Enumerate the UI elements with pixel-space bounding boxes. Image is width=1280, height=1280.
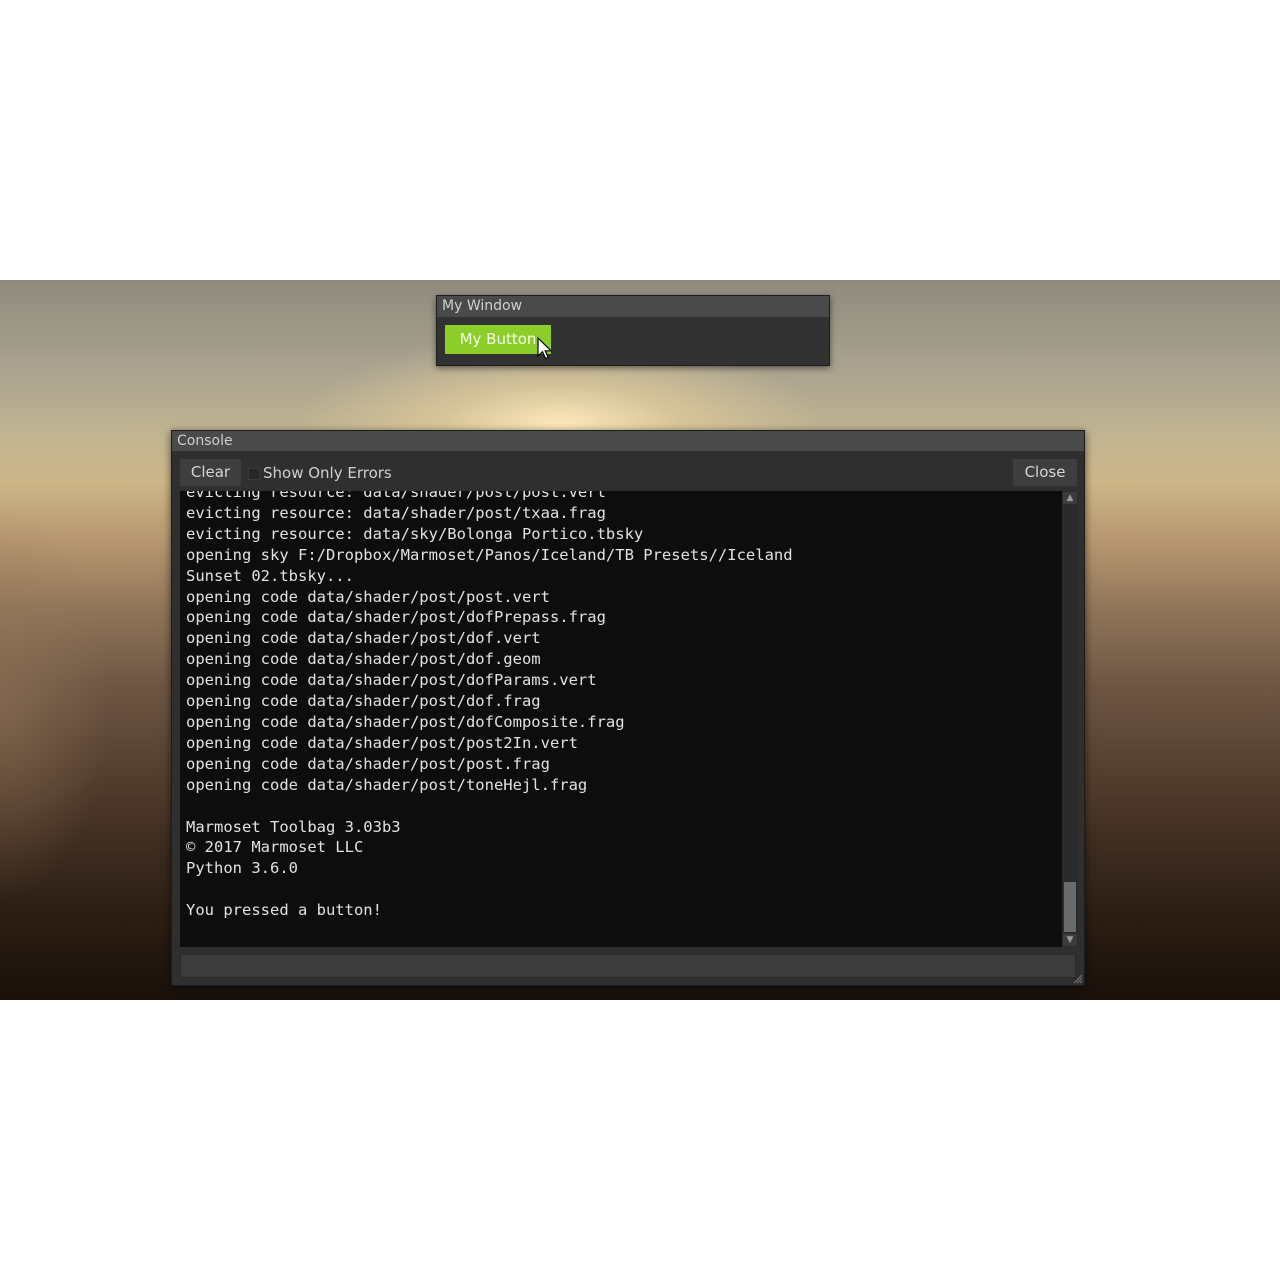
show-only-errors-label[interactable]: Show Only Errors [263,464,392,482]
console-title[interactable]: Console [172,431,1084,451]
show-only-errors-checkbox[interactable] [248,468,260,480]
log-line: opening code data/shader/post/post.vert [186,587,550,606]
my-window-title[interactable]: My Window [437,296,829,317]
my-window: My Window My Button [436,295,830,366]
log-line: evicting resource: data/shader/post/post… [186,491,606,501]
log-line: opening code data/shader/post/dofParams.… [186,671,597,690]
log-scrollbar[interactable]: ▲ ▼ [1062,491,1078,947]
log-line: opening code data/shader/post/post.frag [186,754,550,773]
console-toolbar: Clear Show Only Errors Close [172,451,1084,491]
log-line: opening code data/shader/post/dof.vert [186,629,541,648]
close-button[interactable]: Close [1013,459,1077,486]
log-line: opening code data/shader/post/toneHejl.f… [186,775,588,794]
scrollbar-thumb[interactable] [1064,882,1076,932]
scroll-up-icon[interactable]: ▲ [1063,492,1077,504]
my-button[interactable]: My Button [445,325,551,354]
console-log[interactable]: evicting resource: data/shader/post/post… [180,491,1062,947]
scroll-down-icon[interactable]: ▼ [1063,934,1077,946]
log-line: opening sky F:/Dropbox/Marmoset/Panos/Ic… [186,545,793,564]
log-line: evicting resource: data/shader/post/txaa… [186,503,606,522]
resize-grip-icon[interactable] [1072,973,1083,984]
log-line: opening code data/shader/post/dof.frag [186,692,541,711]
log-line: © 2017 Marmoset LLC [186,838,364,857]
log-line: Sunset 02.tbsky... [186,566,354,585]
console-window: Console Clear Show Only Errors Close evi… [171,430,1085,986]
mouse-cursor-icon [537,337,553,360]
log-line: Python 3.6.0 [186,859,298,878]
log-line: Marmoset Toolbag 3.03b3 [186,817,401,836]
log-line: opening code data/shader/post/post2In.ve… [186,733,578,752]
log-line: opening code data/shader/post/dof.geom [186,650,541,669]
log-line: evicting resource: data/sky/Bolonga Port… [186,524,644,543]
log-line: opening code data/shader/post/dofComposi… [186,712,625,731]
clear-button[interactable]: Clear [180,459,241,486]
log-line: opening code data/shader/post/dofPrepass… [186,608,606,627]
console-command-input[interactable] [180,954,1076,978]
console-log-text: evicting resource: data/shader/post/post… [186,491,1058,921]
log-line: You pressed a button! [186,901,382,920]
